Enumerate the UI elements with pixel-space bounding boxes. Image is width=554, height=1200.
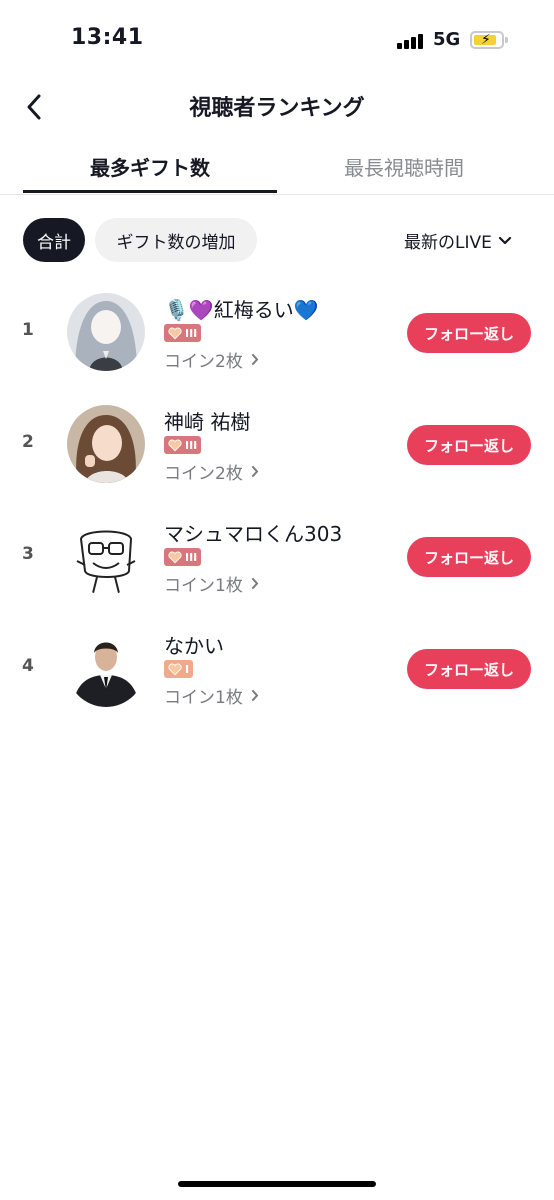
rank-number: 3 [22,544,34,564]
avatar[interactable] [67,293,145,371]
status-bar: 13:41 5G ⚡ [0,0,554,82]
follow-back-button[interactable]: フォロー返し [407,537,531,577]
chevron-down-icon [498,236,511,244]
page-title: 視聴者ランキング [189,96,365,121]
header: 視聴者ランキング [0,82,554,132]
fan-level-badge: III [164,324,202,342]
fan-level-text: III [185,550,198,564]
filter-chip-total[interactable]: 合計 [23,218,85,262]
heart-icon [168,327,182,339]
coin-count-label: コイン2枚 [164,464,243,484]
heart-icon [168,439,182,451]
rank-number: 2 [22,432,34,452]
fan-level-badge: III [164,548,202,566]
coin-count-label: コイン2枚 [164,352,243,372]
chevron-right-icon [251,354,259,365]
follow-back-button[interactable]: フォロー返し [407,649,531,689]
chevron-right-icon [251,466,259,477]
viewer-ranking-list: 1 🎙️💜紅梅るい💙 III コイン2枚 フォロー返し 2 神崎 祐樹 III … [0,276,554,724]
viewer-name: マシュマロくん303 [164,522,343,546]
coin-count-label: コイン1枚 [164,688,243,708]
tab-longest-watch-time[interactable]: 最長視聴時間 [277,152,531,181]
viewer-name: 🎙️💜紅梅るい💙 [164,298,319,322]
fan-level-text: III [185,326,198,340]
heart-icon [168,551,182,563]
viewer-row[interactable]: 1 🎙️💜紅梅るい💙 III コイン2枚 フォロー返し [0,276,554,388]
avatar[interactable] [67,405,145,483]
viewer-row[interactable]: 4 なかい I コイン1枚 フォロー返し [0,612,554,724]
fan-level-text: I [185,662,190,676]
live-select-label: 最新のLIVE [404,233,492,253]
live-select-dropdown[interactable]: 最新のLIVE [404,228,512,253]
signal-bars-icon [397,33,427,49]
coin-count[interactable]: コイン1枚 [164,683,259,708]
tab-bar: 最多ギフト数 最長視聴時間 [0,140,554,195]
heart-icon [168,663,182,675]
chevron-right-icon [251,690,259,701]
coin-count[interactable]: コイン2枚 [164,459,259,484]
tab-active-indicator [23,190,277,193]
battery-charging-icon: ⚡ [470,31,508,49]
follow-back-button[interactable]: フォロー返し [407,313,531,353]
coin-count-label: コイン1枚 [164,576,243,596]
fan-level-text: III [185,438,198,452]
viewer-row[interactable]: 3 マシュマロくん303 III コイン1枚 フォロー返し [0,500,554,612]
follow-back-button[interactable]: フォロー返し [407,425,531,465]
network-type: 5G [433,29,461,50]
filter-chip-gift-increase[interactable]: ギフト数の増加 [95,218,257,262]
viewer-name: なかい [164,634,224,658]
fan-level-badge: I [164,660,194,678]
avatar[interactable] [67,517,145,595]
rank-number: 4 [22,656,34,676]
avatar[interactable] [67,629,145,707]
coin-count[interactable]: コイン1枚 [164,571,259,596]
rank-number: 1 [22,320,34,340]
viewer-row[interactable]: 2 神崎 祐樹 III コイン2枚 フォロー返し [0,388,554,500]
status-time: 13:41 [71,25,144,50]
fan-level-badge: III [164,436,202,454]
viewer-name: 神崎 祐樹 [164,410,251,434]
filter-bar: 合計 ギフト数の増加 最新のLIVE [0,218,554,264]
chevron-right-icon [251,578,259,589]
home-indicator[interactable] [178,1181,376,1187]
coin-count[interactable]: コイン2枚 [164,347,259,372]
tab-most-gifts[interactable]: 最多ギフト数 [23,152,277,181]
